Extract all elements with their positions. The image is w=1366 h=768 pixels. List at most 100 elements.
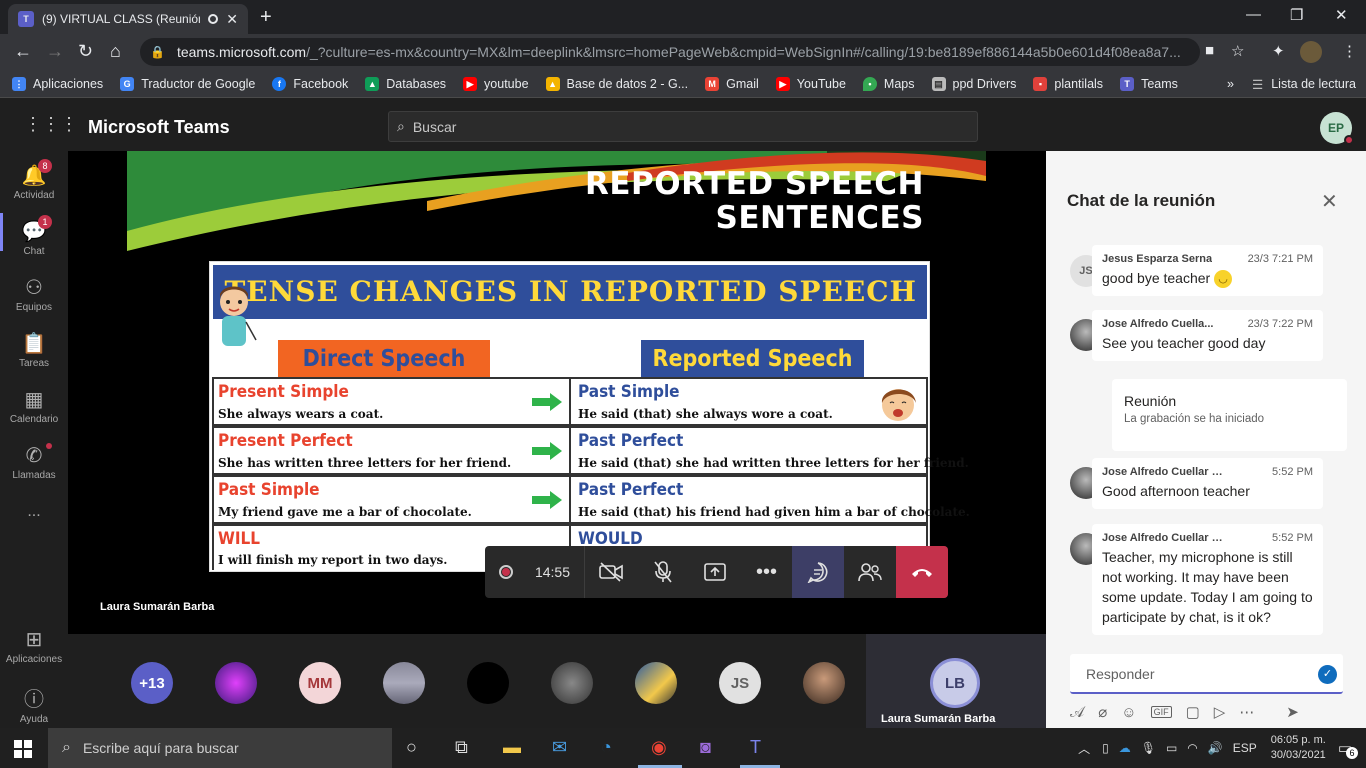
- show-chat-button[interactable]: [792, 546, 845, 598]
- message-time: 5:52 PM: [1272, 466, 1313, 478]
- more-icon[interactable]: ⋯: [1239, 703, 1254, 721]
- participant-avatar[interactable]: [467, 662, 509, 704]
- user-avatar[interactable]: EP: [1320, 112, 1354, 145]
- column-divider: [569, 428, 571, 473]
- rail-calendar[interactable]: ▦ Calendario: [0, 387, 68, 425]
- active-speaker-tile[interactable]: LB Laura Sumarán Barba: [866, 634, 1046, 728]
- home-button[interactable]: ⌂: [110, 41, 121, 62]
- onedrive-icon[interactable]: ☁: [1119, 741, 1131, 755]
- device-icon[interactable]: ▯: [1102, 741, 1109, 755]
- browser-tab[interactable]: T (9) VIRTUAL CLASS (Reunión) ✕: [8, 4, 248, 34]
- bookmark-plantilals[interactable]: ▪ plantilals: [1033, 76, 1103, 91]
- participant-avatar[interactable]: JS: [719, 662, 761, 704]
- search-input[interactable]: ⌕ Buscar: [388, 111, 978, 142]
- participant-avatar[interactable]: [383, 662, 425, 704]
- edge-icon[interactable]: ◔: [601, 737, 612, 758]
- chrome-icon[interactable]: ◉: [651, 737, 667, 758]
- clock[interactable]: 06:05 p. m. 30/03/2021: [1271, 733, 1326, 763]
- participant-avatar[interactable]: [551, 662, 593, 704]
- bookmark-gmail[interactable]: M Gmail: [705, 76, 759, 91]
- new-tab-button[interactable]: +: [260, 6, 272, 29]
- record-icon[interactable]: [499, 565, 513, 579]
- share-screen-button[interactable]: [689, 546, 741, 598]
- star-bookmark-icon[interactable]: ☆: [1231, 42, 1244, 60]
- forward-button[interactable]: →: [46, 41, 64, 62]
- mic-off-button[interactable]: [637, 546, 689, 598]
- rail-apps[interactable]: ⊞ Aplicaciones: [0, 627, 68, 665]
- participants-button[interactable]: [844, 546, 896, 598]
- app-launcher-icon[interactable]: ⋮⋮⋮: [24, 114, 78, 135]
- maximize-button[interactable]: ❐: [1290, 6, 1303, 24]
- bookmarks-overflow-icon[interactable]: »: [1227, 77, 1234, 91]
- reply-input[interactable]: Responder ✓: [1070, 654, 1343, 694]
- bookmark-youtube[interactable]: ▶ youtube: [463, 76, 529, 91]
- bookmark-base-datos[interactable]: ▲ Base de datos 2 - G...: [545, 76, 688, 91]
- teams-taskbar-icon[interactable]: T: [750, 737, 761, 758]
- bookmark-maps[interactable]: • Maps: [862, 76, 915, 91]
- drive-icon: ▲: [545, 76, 560, 91]
- direct-example: I will finish my report in two days.: [218, 553, 448, 567]
- chevron-up-icon[interactable]: ︿: [1078, 740, 1090, 757]
- bookmark-traductor[interactable]: G Traductor de Google: [120, 76, 255, 91]
- rail-help[interactable]: ⓘ Ayuda: [0, 683, 68, 725]
- bookmarks-bar: ⋮ Aplicaciones G Traductor de Google f Face…: [0, 70, 1366, 98]
- presence-busy-icon: [1344, 135, 1354, 145]
- windows-start-icon[interactable]: [14, 740, 32, 758]
- send-icon[interactable]: ➤: [1286, 703, 1299, 721]
- close-chat-icon[interactable]: ✕: [1321, 189, 1338, 214]
- rail-activity[interactable]: 🔔 8 Actividad: [0, 159, 68, 201]
- wifi-icon[interactable]: ◠: [1187, 741, 1197, 755]
- format-icon[interactable]: 𝒜: [1070, 704, 1084, 721]
- back-button[interactable]: ←: [14, 41, 32, 62]
- rail-teams[interactable]: ⚇ Equipos: [0, 275, 68, 313]
- profile-avatar-icon[interactable]: [1300, 41, 1322, 63]
- language-indicator[interactable]: ESP: [1233, 741, 1257, 755]
- mic-tray-icon[interactable]: 🎙: [1141, 741, 1156, 755]
- rail-more[interactable]: ...: [0, 503, 68, 521]
- address-bar[interactable]: 🔒 teams.microsoft.com /_?culture=es-mx&c…: [140, 38, 1200, 66]
- participant-avatar[interactable]: [803, 662, 845, 704]
- rail-calls[interactable]: ✆ Llamadas: [0, 443, 68, 481]
- rail-chat[interactable]: 💬 1 Chat: [0, 215, 68, 257]
- meet-now-icon[interactable]: ▷: [1214, 703, 1226, 721]
- reload-button[interactable]: ↻: [78, 41, 93, 62]
- bookmark-aplicaciones[interactable]: ⋮ Aplicaciones: [12, 76, 103, 91]
- file-explorer-icon[interactable]: ▬: [503, 737, 521, 758]
- volume-icon[interactable]: 🔊: [1208, 741, 1223, 755]
- participant-avatar[interactable]: [635, 662, 677, 704]
- notifications-button[interactable]: ▭ 6: [1338, 739, 1358, 759]
- gif-icon[interactable]: GIF: [1150, 706, 1172, 718]
- chrome-menu-icon[interactable]: ⋮: [1342, 42, 1357, 60]
- taskbar-search-input[interactable]: ⌕ Escribe aquí para buscar: [48, 728, 392, 768]
- camera-indicator-icon[interactable]: ■: [1205, 42, 1214, 59]
- rail-tasks[interactable]: 📋 Tareas: [0, 331, 68, 369]
- compose-toolbar: 𝒜 ⌀ ☺ GIF ▢ ▷ ⋯ ➤: [1070, 703, 1350, 722]
- discord-icon[interactable]: ◙: [700, 737, 711, 758]
- bookmark-ppd-drivers[interactable]: ▤ ppd Drivers: [931, 76, 1016, 91]
- direct-speech-header: Direct Speech: [278, 340, 490, 378]
- bookmark-databases[interactable]: ▲ Databases: [365, 76, 446, 91]
- hangup-button[interactable]: [896, 546, 949, 598]
- bookmark-youtube-2[interactable]: ▶ YouTube: [775, 76, 846, 91]
- bookmark-facebook[interactable]: f Facebook: [272, 76, 348, 91]
- minimize-button[interactable]: —: [1246, 6, 1261, 23]
- extensions-icon[interactable]: ✦: [1272, 42, 1285, 60]
- cortana-icon[interactable]: ○: [406, 737, 417, 758]
- battery-icon[interactable]: ▭: [1166, 741, 1177, 755]
- close-window-button[interactable]: ✕: [1335, 6, 1348, 24]
- reading-list-button[interactable]: Lista de lectura: [1271, 77, 1356, 91]
- participant-avatar[interactable]: [215, 662, 257, 704]
- participant-avatar[interactable]: MM: [299, 662, 341, 704]
- more-participants-button[interactable]: +13: [131, 662, 173, 704]
- sticker-icon[interactable]: ▢: [1186, 703, 1200, 721]
- bookmark-teams[interactable]: T Teams: [1120, 76, 1178, 91]
- attach-icon[interactable]: ⌀: [1098, 703, 1107, 721]
- tense-table-image: TENSE CHANGES IN REPORTED SPEECH Direct …: [209, 261, 970, 572]
- task-view-icon[interactable]: ⧉: [455, 737, 468, 758]
- tab-close-icon[interactable]: ✕: [226, 11, 238, 28]
- mail-icon[interactable]: ✉: [552, 737, 567, 758]
- camera-off-button[interactable]: [585, 546, 637, 598]
- more-actions-button[interactable]: •••: [741, 546, 793, 598]
- url-host: teams.microsoft.com: [176, 44, 307, 60]
- emoji-icon[interactable]: ☺: [1121, 704, 1136, 721]
